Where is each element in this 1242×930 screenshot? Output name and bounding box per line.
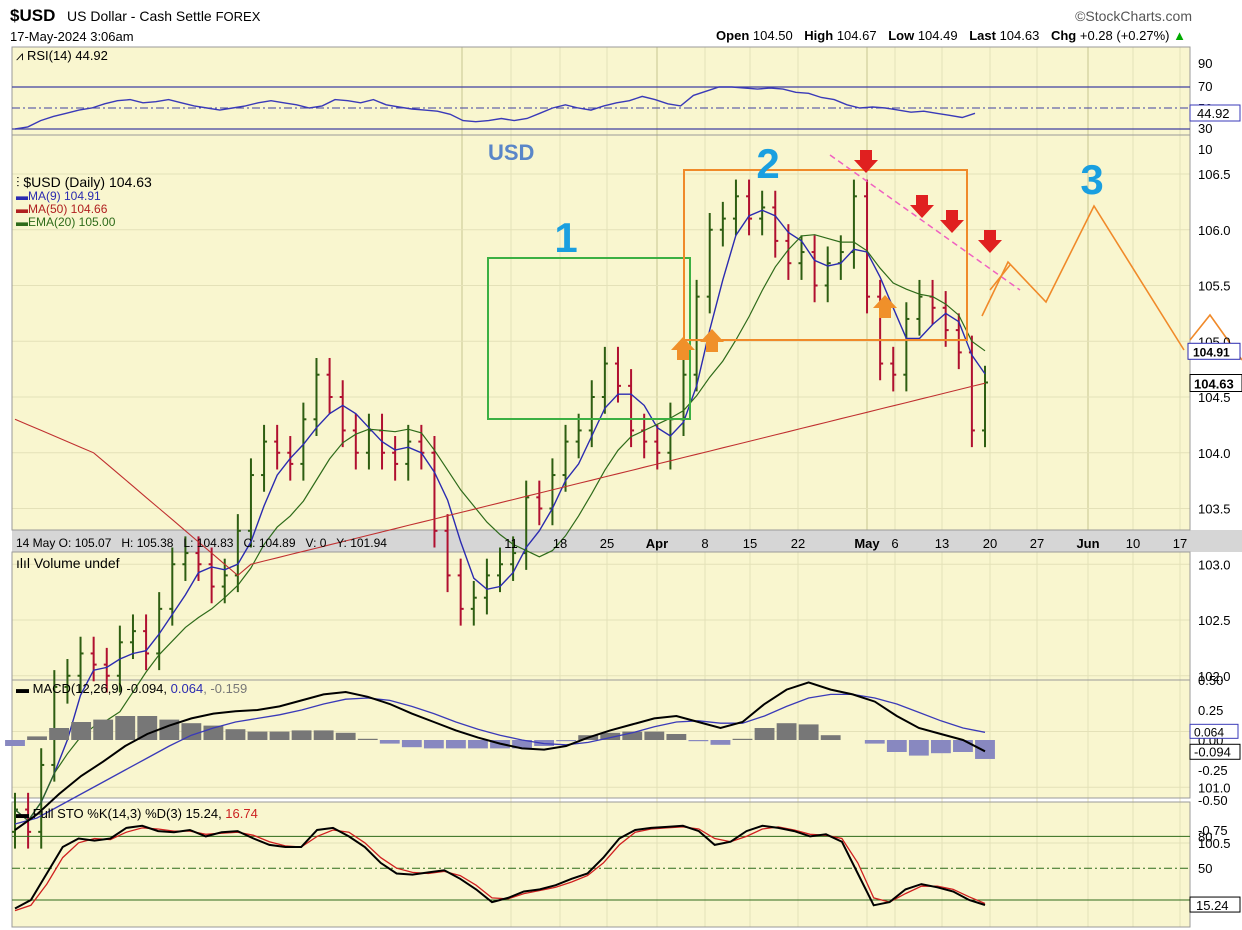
macd-hist-bar [886, 740, 907, 752]
price-tick-label: 106.5 [1198, 167, 1231, 182]
price-tick-label: 104.0 [1198, 446, 1231, 461]
macd-hist-bar [357, 738, 378, 740]
last-value-tag-text: 104.63 [1194, 377, 1234, 392]
price-tick-label: 106.0 [1198, 223, 1231, 238]
macd-hist-bar [115, 716, 136, 740]
x-tick-label: 25 [600, 536, 614, 551]
macd-hist-bar [754, 728, 775, 740]
macd-label: ▬ MACD(12,26,9) -0.094, 0.064, -0.159 [16, 681, 248, 696]
macd-hist-bar [269, 731, 290, 740]
macd-hist-bar [5, 740, 25, 746]
macd-hist-bar [93, 719, 114, 740]
macd-hist-bar [666, 734, 687, 740]
legend-price: ⫶ $USD (Daily) 104.63 [16, 174, 152, 190]
ma9-value-tag-text: 104.91 [1193, 345, 1230, 359]
x-tick-label: 8 [701, 536, 708, 551]
macd-hist-bar [445, 740, 466, 749]
sto-value-tag-text: 15.24 [1196, 898, 1229, 913]
rsi-tick-label: 10 [1198, 142, 1212, 157]
rsi-value-tag-text: 44.92 [1197, 106, 1230, 121]
rsi-tick-label: 70 [1198, 79, 1212, 94]
macd-hist-bar [468, 740, 488, 749]
macd-hist-bar [798, 724, 819, 740]
macd-signal-tag-text: 0.064 [1194, 725, 1224, 739]
price-tick-label: 102.5 [1198, 613, 1231, 628]
legend-ema20: ▬EMA(20) 105.00 [16, 215, 116, 229]
price-tick-label: 103.0 [1198, 557, 1231, 572]
macd-hist-bar [225, 729, 246, 740]
price-legend: ⫶ $USD (Daily) 104.63 ▬MA(9) 104.91 ▬MA(… [16, 174, 152, 229]
macd-tick-label: -0.25 [1198, 763, 1228, 778]
macd-hist-bar [644, 731, 665, 740]
macd-hist-bar [908, 740, 929, 756]
price-tick-label: 103.5 [1198, 502, 1231, 517]
macd-hist-bar [71, 722, 92, 740]
rsi-tick-label: 30 [1198, 121, 1212, 136]
x-tick-label: 11 [504, 536, 518, 551]
macd-hist-bar [556, 740, 577, 742]
macd-hist-bar [49, 728, 70, 740]
price-panel [12, 135, 1190, 530]
x-tick-label: 22 [791, 536, 805, 551]
chart-canvas: 12 3 106.5106.0105.5105.0104.5104.0103.51… [5, 46, 1242, 928]
rsi-tick-label: 90 [1198, 56, 1212, 71]
macd-hist-bar [953, 740, 973, 752]
macd-tick-label: 0.25 [1198, 703, 1223, 718]
x-tick-label: 15 [743, 536, 757, 551]
macd-hist-bar [820, 735, 841, 740]
label-3: 3 [1080, 156, 1103, 203]
macd-hist-bar [423, 740, 444, 749]
macd-hist-bar [313, 730, 334, 740]
price-tick-label: 104.5 [1198, 390, 1231, 405]
usd-watermark: USD [488, 140, 535, 165]
macd-hist-bar [930, 740, 951, 754]
macd-hist-bar [401, 740, 422, 748]
x-tick-label: 27 [1030, 536, 1044, 551]
x-tick-label: 20 [983, 536, 997, 551]
macd-value-tag-text: -0.094 [1194, 744, 1231, 759]
macd-hist-bar [975, 740, 995, 759]
x-tick-label: Apr [646, 536, 668, 551]
dateline: 14 May O: 105.07 H: 105.38 L: 104.83 C: … [16, 536, 387, 550]
x-tick-label: 6 [891, 536, 898, 551]
sto-tick-label: 50 [1198, 861, 1212, 876]
macd-hist-bar [864, 740, 885, 744]
macd-hist-bar [776, 723, 797, 740]
x-tick-label: 10 [1126, 536, 1140, 551]
price-tick-label: 105.5 [1198, 279, 1231, 294]
sto-label: ▬ Full STO %K(14,3) %D(3) 15.24, 16.74 [16, 806, 258, 821]
macd-hist-bar [379, 740, 400, 744]
macd-hist-bar [688, 740, 709, 742]
macd-hist-bar [335, 732, 356, 740]
macd-tick-label: -0.50 [1198, 793, 1228, 808]
x-tick-label: May [854, 536, 880, 551]
macd-hist-bar [247, 731, 268, 740]
volume-panel [12, 552, 1190, 680]
x-tick-label: 18 [553, 536, 567, 551]
x-tick-label: 17 [1173, 536, 1187, 551]
macd-hist-bar [181, 723, 202, 740]
x-tick-label: 13 [935, 536, 949, 551]
rsi-label: ⩘ RSI(14) 44.92 [16, 48, 108, 63]
macd-tick-label: 0.50 [1198, 673, 1223, 688]
volume-label: ılıl Volume undef [16, 555, 120, 571]
label-2: 2 [756, 140, 779, 187]
rsi-panel [12, 47, 1190, 135]
macd-hist-bar [27, 736, 47, 740]
macd-hist-bar [710, 740, 731, 745]
sto-tick-label: 80 [1198, 829, 1212, 844]
x-tick-label: Jun [1076, 536, 1099, 551]
macd-hist-bar [137, 716, 158, 740]
macd-hist-bar [732, 738, 753, 740]
macd-hist-bar [291, 730, 312, 740]
label-1: 1 [554, 214, 577, 261]
